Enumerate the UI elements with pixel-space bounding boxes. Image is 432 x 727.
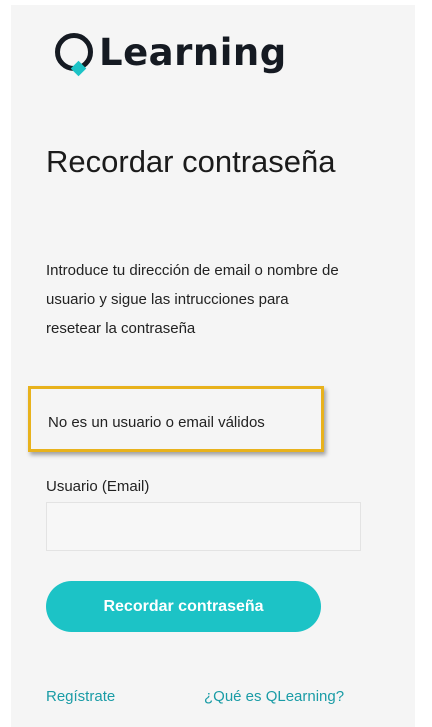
username-input[interactable] (46, 502, 361, 551)
username-label: Usuario (Email) (46, 478, 150, 495)
error-message: No es un usuario o email válidos (48, 414, 265, 431)
logo-wordmark: Learning (99, 30, 287, 74)
page-title: Recordar contraseña (46, 144, 336, 179)
error-message-box: No es un usuario o email válidos (28, 386, 324, 452)
intro-text: Introduce tu dirección de email o nombre… (46, 262, 339, 337)
about-qlearning-link[interactable]: ¿Qué es QLearning? (204, 688, 344, 705)
register-link[interactable]: Regístrate (46, 688, 115, 705)
qlearning-q-icon (55, 33, 93, 77)
remember-password-button[interactable]: Recordar contraseña (46, 581, 321, 632)
qlearning-logo: Learning (55, 24, 287, 80)
